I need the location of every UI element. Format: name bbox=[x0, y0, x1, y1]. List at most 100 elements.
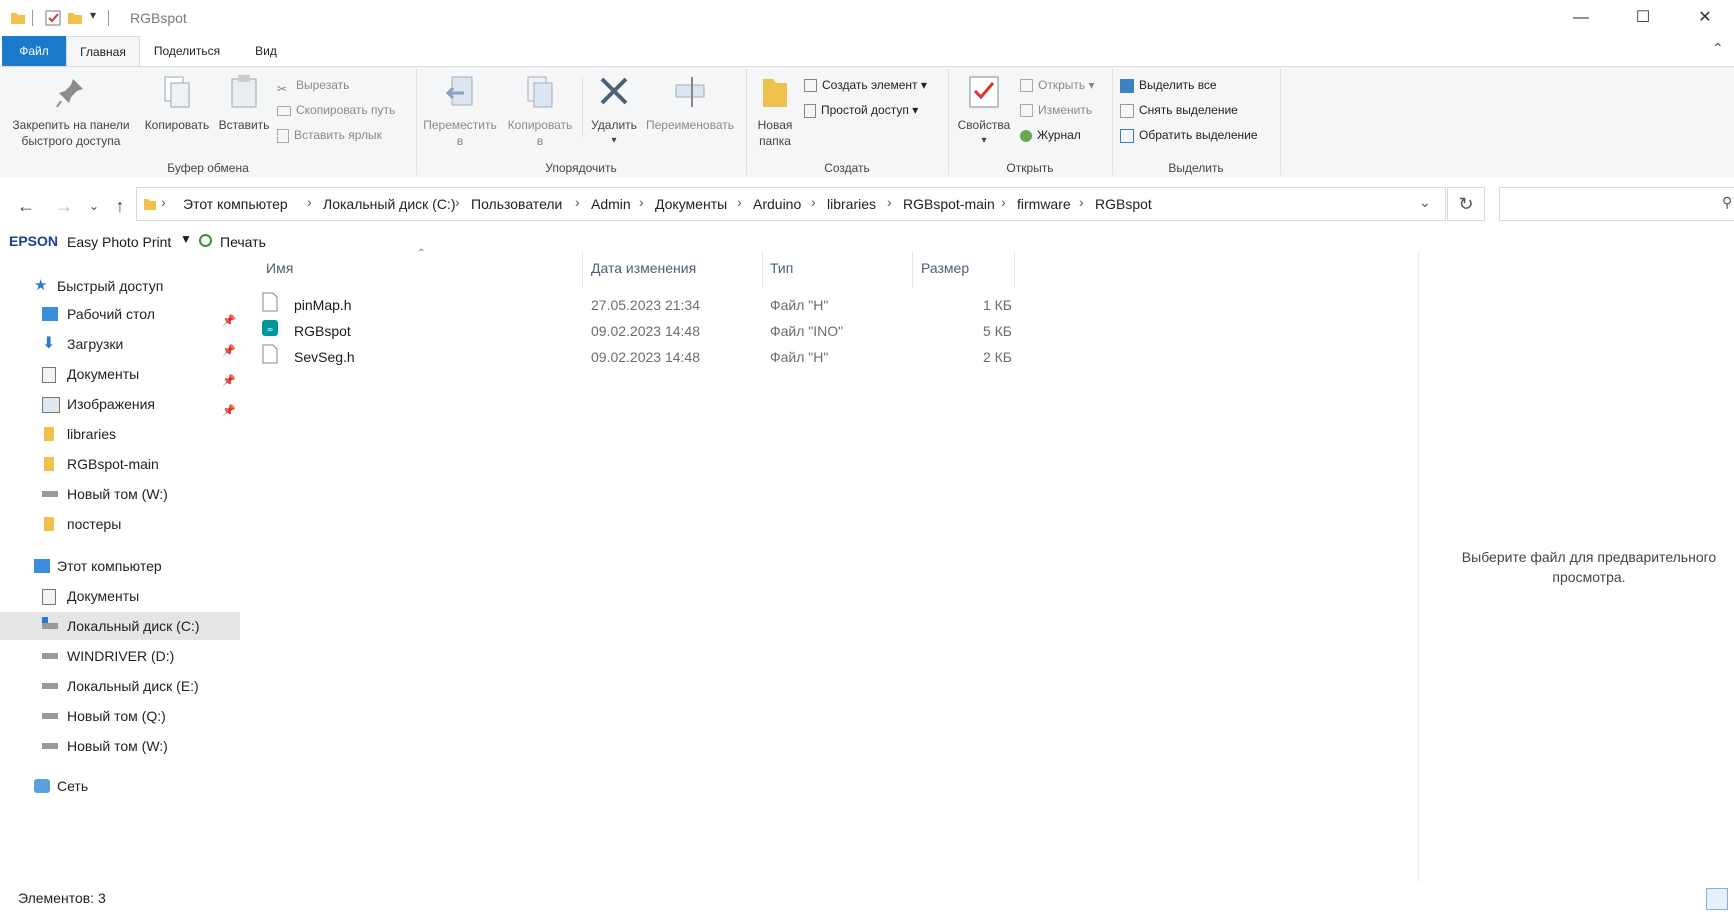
breadcrumb-item[interactable]: Этот компьютер bbox=[183, 196, 288, 212]
breadcrumb-separator[interactable]: › bbox=[811, 194, 816, 210]
folder-icon[interactable] bbox=[10, 10, 26, 26]
cut-button[interactable]: ✂ Вырезать bbox=[277, 75, 349, 96]
pin-icon[interactable]: 📌 bbox=[222, 337, 236, 357]
sidebar-item-this-pc[interactable]: Этот компьютер bbox=[0, 552, 240, 580]
copy-path-button[interactable]: Скопировать путь bbox=[277, 100, 395, 120]
file-row[interactable]: SevSeg.h 09.02.2023 14:48 Файл "H" 2 КБ bbox=[262, 344, 1022, 370]
refresh-icon[interactable]: ↻ bbox=[1447, 187, 1485, 221]
column-header-name[interactable]: Имя bbox=[266, 260, 293, 276]
sidebar-item-windriver-d[interactable]: WINDRIVER (D:) bbox=[0, 642, 240, 670]
column-header-type[interactable]: Тип bbox=[770, 260, 793, 276]
column-divider[interactable] bbox=[582, 252, 583, 288]
sidebar-item-pictures[interactable]: Изображения 📌 bbox=[0, 390, 240, 418]
close-icon[interactable]: ✕ bbox=[1674, 0, 1734, 36]
forward-icon[interactable]: → bbox=[52, 194, 76, 218]
breadcrumb-item[interactable]: Локальный диск (C:) bbox=[323, 196, 456, 212]
chevron-down-icon[interactable]: ▼ bbox=[180, 232, 192, 246]
sidebar-item-network[interactable]: Сеть bbox=[0, 772, 240, 800]
print-button[interactable]: Печать bbox=[220, 234, 266, 250]
easy-photo-print-button[interactable]: Easy Photo Print bbox=[67, 234, 171, 250]
details-view-icon[interactable] bbox=[1706, 888, 1728, 910]
column-header-size[interactable]: Размер bbox=[921, 260, 969, 276]
open-button[interactable]: Открыть ▾ bbox=[1020, 75, 1095, 95]
copy-to-button[interactable]: Копировать в bbox=[500, 73, 580, 149]
pin-icon[interactable]: 📌 bbox=[222, 397, 236, 417]
up-icon[interactable]: ↑ bbox=[108, 194, 132, 218]
sidebar-item-new-volume-w[interactable]: Новый том (W:) bbox=[0, 480, 240, 508]
breadcrumb-item[interactable]: Arduino bbox=[753, 196, 801, 212]
search-input[interactable]: ⚲ bbox=[1499, 187, 1734, 221]
sidebar-item-local-disk-c[interactable]: Локальный диск (C:) bbox=[0, 612, 240, 640]
new-folder-button[interactable]: Новая папка bbox=[750, 73, 800, 149]
collapse-ribbon-icon[interactable]: ⌃ bbox=[1712, 40, 1724, 57]
easy-access-button[interactable]: Простой доступ ▾ bbox=[804, 100, 918, 120]
sidebar-item-posters[interactable]: постеры bbox=[0, 510, 240, 538]
back-icon[interactable]: ← bbox=[14, 194, 38, 218]
tab-share[interactable]: Поделиться bbox=[140, 36, 234, 66]
breadcrumb-item[interactable]: RGBspot bbox=[1095, 196, 1152, 212]
breadcrumb-item[interactable]: Документы bbox=[655, 196, 727, 212]
pin-icon[interactable]: 📌 bbox=[222, 367, 236, 387]
column-divider[interactable] bbox=[762, 252, 763, 288]
pin-icon[interactable]: 📌 bbox=[222, 307, 236, 327]
sidebar-item-desktop[interactable]: Рабочий стол 📌 bbox=[0, 300, 240, 328]
column-divider[interactable] bbox=[1014, 252, 1015, 288]
select-none-button[interactable]: Снять выделение bbox=[1120, 100, 1238, 120]
qat-dropdown-icon[interactable]: ▾ bbox=[90, 8, 96, 22]
sidebar-item-local-disk-e[interactable]: Локальный диск (E:) bbox=[0, 672, 240, 700]
computer-icon bbox=[34, 559, 50, 573]
tab-file[interactable]: Файл bbox=[2, 36, 66, 66]
address-dropdown-icon[interactable]: ⌄ bbox=[1419, 194, 1431, 211]
sidebar-item-pc-documents[interactable]: Документы bbox=[0, 582, 240, 610]
tab-view[interactable]: Вид bbox=[236, 36, 296, 66]
breadcrumb-separator[interactable]: › bbox=[575, 194, 580, 210]
breadcrumb-item[interactable]: libraries bbox=[827, 196, 876, 212]
sidebar-item-new-volume-w-pc[interactable]: Новый том (W:) bbox=[0, 732, 240, 760]
breadcrumb-separator[interactable]: › bbox=[1079, 194, 1084, 210]
sidebar-item-libraries[interactable]: libraries bbox=[0, 420, 240, 448]
edit-button[interactable]: Изменить bbox=[1020, 100, 1092, 120]
file-row[interactable]: pinMap.h 27.05.2023 21:34 Файл "H" 1 КБ bbox=[262, 292, 1022, 318]
minimize-icon[interactable]: — bbox=[1550, 0, 1612, 36]
copy-button[interactable]: Копировать bbox=[140, 73, 214, 133]
breadcrumb-separator[interactable]: › bbox=[161, 194, 166, 210]
history-button[interactable]: Журнал bbox=[1020, 125, 1081, 145]
breadcrumb-separator[interactable]: › bbox=[639, 194, 644, 210]
address-bar[interactable]: › Этот компьютер › Локальный диск (C:) ›… bbox=[136, 187, 1446, 221]
invert-selection-button[interactable]: Обратить выделение bbox=[1120, 125, 1258, 145]
pin-quick-access-button[interactable]: Закрепить на панели быстрого доступа bbox=[6, 73, 136, 149]
paste-shortcut-button[interactable]: Вставить ярлык bbox=[277, 125, 382, 145]
move-to-button[interactable]: Переместить в bbox=[420, 73, 500, 149]
sidebar-item-quick-access[interactable]: ★ Быстрый доступ bbox=[0, 272, 240, 300]
properties-icon[interactable] bbox=[45, 10, 61, 26]
tab-home[interactable]: Главная bbox=[66, 36, 140, 67]
recent-locations-icon[interactable]: ⌄ bbox=[82, 194, 106, 218]
sidebar-item-new-volume-q[interactable]: Новый том (Q:) bbox=[0, 702, 240, 730]
breadcrumb-separator[interactable]: › bbox=[1001, 194, 1006, 210]
delete-button[interactable]: Удалить ▾ bbox=[584, 73, 644, 149]
breadcrumb-item[interactable]: firmware bbox=[1017, 196, 1071, 212]
properties-button[interactable]: Свойства ▾ bbox=[952, 73, 1016, 149]
sidebar-item-downloads[interactable]: ⬇ Загрузки 📌 bbox=[0, 330, 240, 358]
windows-drive-icon bbox=[42, 623, 58, 629]
maximize-icon[interactable]: ☐ bbox=[1612, 0, 1674, 36]
column-header-date[interactable]: Дата изменения bbox=[591, 260, 696, 276]
breadcrumb-item[interactable]: RGBspot-main bbox=[903, 196, 995, 212]
sidebar-item-label: Загрузки bbox=[67, 336, 124, 352]
column-divider[interactable] bbox=[912, 252, 913, 288]
sidebar-item-rgbspot-main[interactable]: RGBspot-main bbox=[0, 450, 240, 478]
breadcrumb-separator[interactable]: › bbox=[737, 194, 742, 210]
paste-button[interactable]: Вставить bbox=[214, 73, 274, 133]
new-folder-icon[interactable] bbox=[67, 10, 83, 26]
sidebar-item-documents[interactable]: Документы 📌 bbox=[0, 360, 240, 388]
select-all-button[interactable]: Выделить все bbox=[1120, 75, 1217, 95]
paste-shortcut-label: Вставить ярлык bbox=[294, 128, 382, 142]
file-row[interactable]: ∞ RGBspot 09.02.2023 14:48 Файл "INO" 5 … bbox=[262, 318, 1022, 344]
breadcrumb-separator[interactable]: › bbox=[455, 194, 460, 210]
rename-button[interactable]: Переименовать bbox=[640, 73, 740, 133]
breadcrumb-separator[interactable]: › bbox=[887, 194, 892, 210]
breadcrumb-separator[interactable]: › bbox=[307, 194, 312, 210]
new-item-button[interactable]: Создать элемент ▾ bbox=[804, 75, 927, 95]
breadcrumb-item[interactable]: Пользователи bbox=[471, 196, 562, 212]
breadcrumb-item[interactable]: Admin bbox=[591, 196, 631, 212]
